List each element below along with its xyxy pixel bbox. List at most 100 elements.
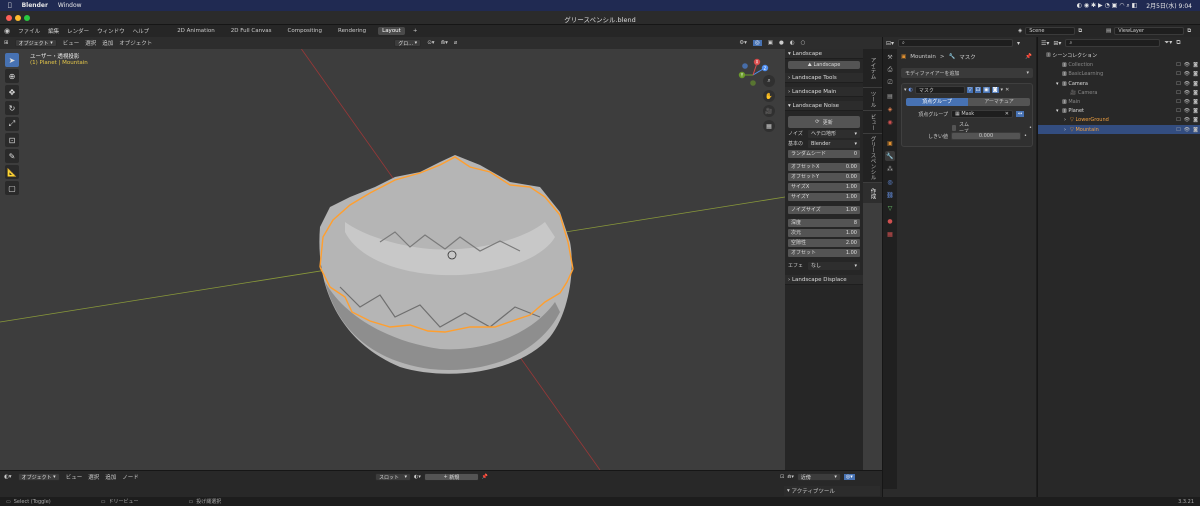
pivot-icon[interactable]: ⊙▾ bbox=[427, 40, 434, 46]
outliner-item[interactable]: ▥ BasicLearning ☐ 👁 ◙ bbox=[1038, 70, 1200, 79]
exclude-checkbox-icon[interactable]: ☐ bbox=[1176, 108, 1180, 114]
modifier-props-icon[interactable]: 🔧 bbox=[885, 151, 895, 161]
snap-toggle-icon[interactable]: ⊡ bbox=[780, 474, 784, 480]
effect-dropdown[interactable]: なし ▾ bbox=[808, 261, 860, 270]
proximity-dropdown[interactable]: 近傍 ▾ bbox=[796, 473, 841, 481]
outliner-search-input[interactable]: ⌕ bbox=[1065, 39, 1161, 47]
shading-material-icon[interactable]: ◐ bbox=[790, 40, 795, 46]
visibility-eye-icon[interactable]: 👁 bbox=[1184, 108, 1190, 114]
rotate-tool-icon[interactable]: ↻ bbox=[5, 101, 19, 115]
sidebar-tab-grease-pencil[interactable]: グリースペンシル bbox=[863, 134, 882, 182]
material-props-icon[interactable]: ● bbox=[885, 216, 895, 226]
noise-param-field[interactable]: サイズX 1.00 bbox=[788, 182, 860, 191]
visibility-eye-icon[interactable]: 👁 bbox=[1184, 81, 1190, 87]
render-camera-icon[interactable]: ◙ bbox=[1193, 127, 1198, 133]
view-layer-props-icon[interactable]: ▤ bbox=[885, 91, 895, 101]
view-menu[interactable]: ビュー bbox=[63, 39, 80, 47]
bottom-select-menu[interactable]: 選択 bbox=[88, 473, 99, 481]
render-camera-icon[interactable]: ◙ bbox=[1193, 108, 1198, 114]
properties-options-icon[interactable]: ▾ bbox=[1017, 40, 1020, 47]
menu-edit[interactable]: 編集 bbox=[48, 27, 59, 35]
exclude-checkbox-icon[interactable]: ☐ bbox=[1176, 81, 1180, 87]
pin-icon[interactable]: 📌 bbox=[1025, 54, 1032, 60]
blender-logo-icon[interactable]: ◉ bbox=[4, 27, 10, 35]
outliner-item[interactable]: ▾ ▥ Camera ☐ 👁 ◙ bbox=[1038, 79, 1200, 88]
menu-render[interactable]: レンダー bbox=[67, 27, 89, 35]
invert-icon[interactable]: ↔ bbox=[1016, 111, 1025, 117]
remove-modifier-icon[interactable]: ✕ bbox=[1005, 87, 1009, 93]
vertex-group-mode-button[interactable]: 頂点グループ bbox=[906, 98, 968, 106]
outliner-item[interactable]: ▥ Main ☐ 👁 ◙ bbox=[1038, 98, 1200, 107]
transform-orientation-dropdown[interactable]: グロ... ▾ bbox=[394, 39, 422, 47]
sidebar-tab-create[interactable]: 作成 bbox=[863, 183, 882, 203]
app-menu-blender[interactable]: Blender bbox=[22, 2, 48, 9]
bottom-view-menu[interactable]: ビュー bbox=[66, 473, 83, 481]
camera-view-icon[interactable]: 🎥 bbox=[763, 105, 775, 117]
proportional-edit-icon[interactable]: ⌀ bbox=[454, 40, 457, 46]
exclude-checkbox-icon[interactable]: ☐ bbox=[1176, 117, 1180, 123]
scene-options-icon[interactable]: ⧉ bbox=[1078, 28, 1082, 35]
visibility-eye-icon[interactable]: 👁 bbox=[1184, 62, 1190, 68]
scene-selector[interactable]: Scene bbox=[1025, 27, 1076, 35]
select-menu[interactable]: 選択 bbox=[85, 39, 96, 47]
noise-size-field[interactable]: ノイズサイズ 1.00 bbox=[788, 205, 860, 214]
modifier-menu-icon[interactable]: ▾ bbox=[1001, 87, 1004, 93]
realtime-icon[interactable]: ▣ bbox=[982, 87, 990, 93]
scale-tool-icon[interactable]: ⤢ bbox=[5, 117, 19, 131]
noise-param-field[interactable]: 深度 8 bbox=[788, 218, 860, 227]
world-props-icon[interactable]: ◉ bbox=[885, 117, 895, 127]
ortho-grid-icon[interactable]: ▦ bbox=[763, 120, 775, 132]
move-tool-icon[interactable]: ✥ bbox=[5, 85, 19, 99]
render-camera-icon[interactable]: ◙ bbox=[1193, 62, 1198, 68]
transform-tool-icon[interactable]: ⊡ bbox=[5, 133, 19, 147]
noise-param-field[interactable]: オフセット 1.00 bbox=[788, 248, 860, 257]
viewport-scene[interactable]: Z Y X bbox=[0, 37, 882, 470]
slot-dropdown[interactable]: スロット ▾ bbox=[375, 473, 411, 481]
panel-landscape-header[interactable]: ▾ Landscape bbox=[785, 49, 863, 59]
noise-param-field[interactable]: オフセットX 0.00 bbox=[788, 162, 860, 171]
panel-landscape-displace[interactable]: › Landscape Displace bbox=[785, 275, 863, 285]
status-icons[interactable]: ◐ ◉ ✱ ▶ ◔ ▣ ◠ ⌕ ◧ bbox=[1077, 2, 1138, 10]
random-seed-field[interactable]: ランダムシード 0 bbox=[788, 149, 860, 158]
annotate-tool-icon[interactable]: ✎ bbox=[5, 149, 19, 163]
noise-param-field[interactable]: サイズY 1.00 bbox=[788, 192, 860, 201]
outliner-editor-type-icon[interactable]: ☰▾ bbox=[1041, 40, 1049, 47]
shading-rendered-icon[interactable]: ○ bbox=[801, 40, 806, 46]
snap-icon[interactable]: ⋒▾ bbox=[441, 40, 448, 46]
menu-window[interactable]: ウィンドウ bbox=[97, 27, 125, 35]
noise-type-dropdown[interactable]: ヘテロ地形 ▾ bbox=[808, 129, 860, 138]
exclude-checkbox-icon[interactable]: ☐ bbox=[1176, 62, 1180, 68]
material-browse-icon[interactable]: ◐▾ bbox=[414, 474, 421, 480]
render-camera-icon[interactable]: ◙ bbox=[1193, 81, 1198, 87]
pan-hand-icon[interactable]: ✋ bbox=[763, 90, 775, 102]
render-camera-icon[interactable]: ◙ bbox=[1193, 71, 1198, 77]
on-cage-icon[interactable]: ▽ bbox=[966, 87, 973, 93]
active-tool-panel-header[interactable]: ▾ アクティブツール bbox=[784, 486, 880, 496]
view-layer-options-icon[interactable]: ⧉ bbox=[1187, 28, 1191, 35]
render-camera-icon[interactable]: ◙ bbox=[1193, 99, 1198, 105]
outliner-item[interactable]: 🎥 Camera ☐ 👁 ◙ bbox=[1038, 89, 1200, 98]
noise-param-field[interactable]: 次元 1.00 bbox=[788, 228, 860, 237]
add-cube-tool-icon[interactable]: ▢ bbox=[5, 181, 19, 195]
exclude-checkbox-icon[interactable]: ☐ bbox=[1176, 71, 1180, 77]
clock[interactable]: 2月5日(水) 9:04 bbox=[1146, 1, 1192, 10]
smooth-checkbox[interactable] bbox=[952, 125, 956, 131]
collapse-icon[interactable]: ▾ bbox=[904, 87, 907, 93]
threshold-field[interactable]: 0.000 bbox=[951, 132, 1021, 140]
data-props-icon[interactable]: ▽ bbox=[885, 203, 895, 213]
overlay-toggle-icon[interactable]: ◎ bbox=[752, 40, 762, 46]
measure-tool-icon[interactable]: 📐 bbox=[5, 165, 19, 179]
outliner-scene-collection[interactable]: ▥ シーンコレクション bbox=[1038, 51, 1200, 60]
zoom-icon[interactable]: ⌕ bbox=[763, 75, 775, 87]
armature-mode-button[interactable]: アーマチュア bbox=[968, 98, 1030, 106]
visibility-eye-icon[interactable]: 👁 bbox=[1184, 117, 1190, 123]
object-menu[interactable]: オブジェクト bbox=[119, 39, 152, 47]
outliner-item[interactable]: › ▽ Mountain ☐ 👁 ◙ bbox=[1038, 125, 1200, 134]
panel-landscape-noise[interactable]: ▾ Landscape Noise bbox=[785, 101, 863, 111]
tab-rendering[interactable]: Rendering bbox=[334, 27, 370, 35]
sidebar-tab-view[interactable]: ビュー bbox=[863, 111, 882, 133]
render-props-icon[interactable]: ⎙ bbox=[885, 65, 895, 75]
render-camera-icon[interactable]: ◙ bbox=[1193, 117, 1198, 123]
tab-layout[interactable]: Layout bbox=[378, 27, 405, 35]
tab-compositing[interactable]: Compositing bbox=[284, 27, 326, 35]
